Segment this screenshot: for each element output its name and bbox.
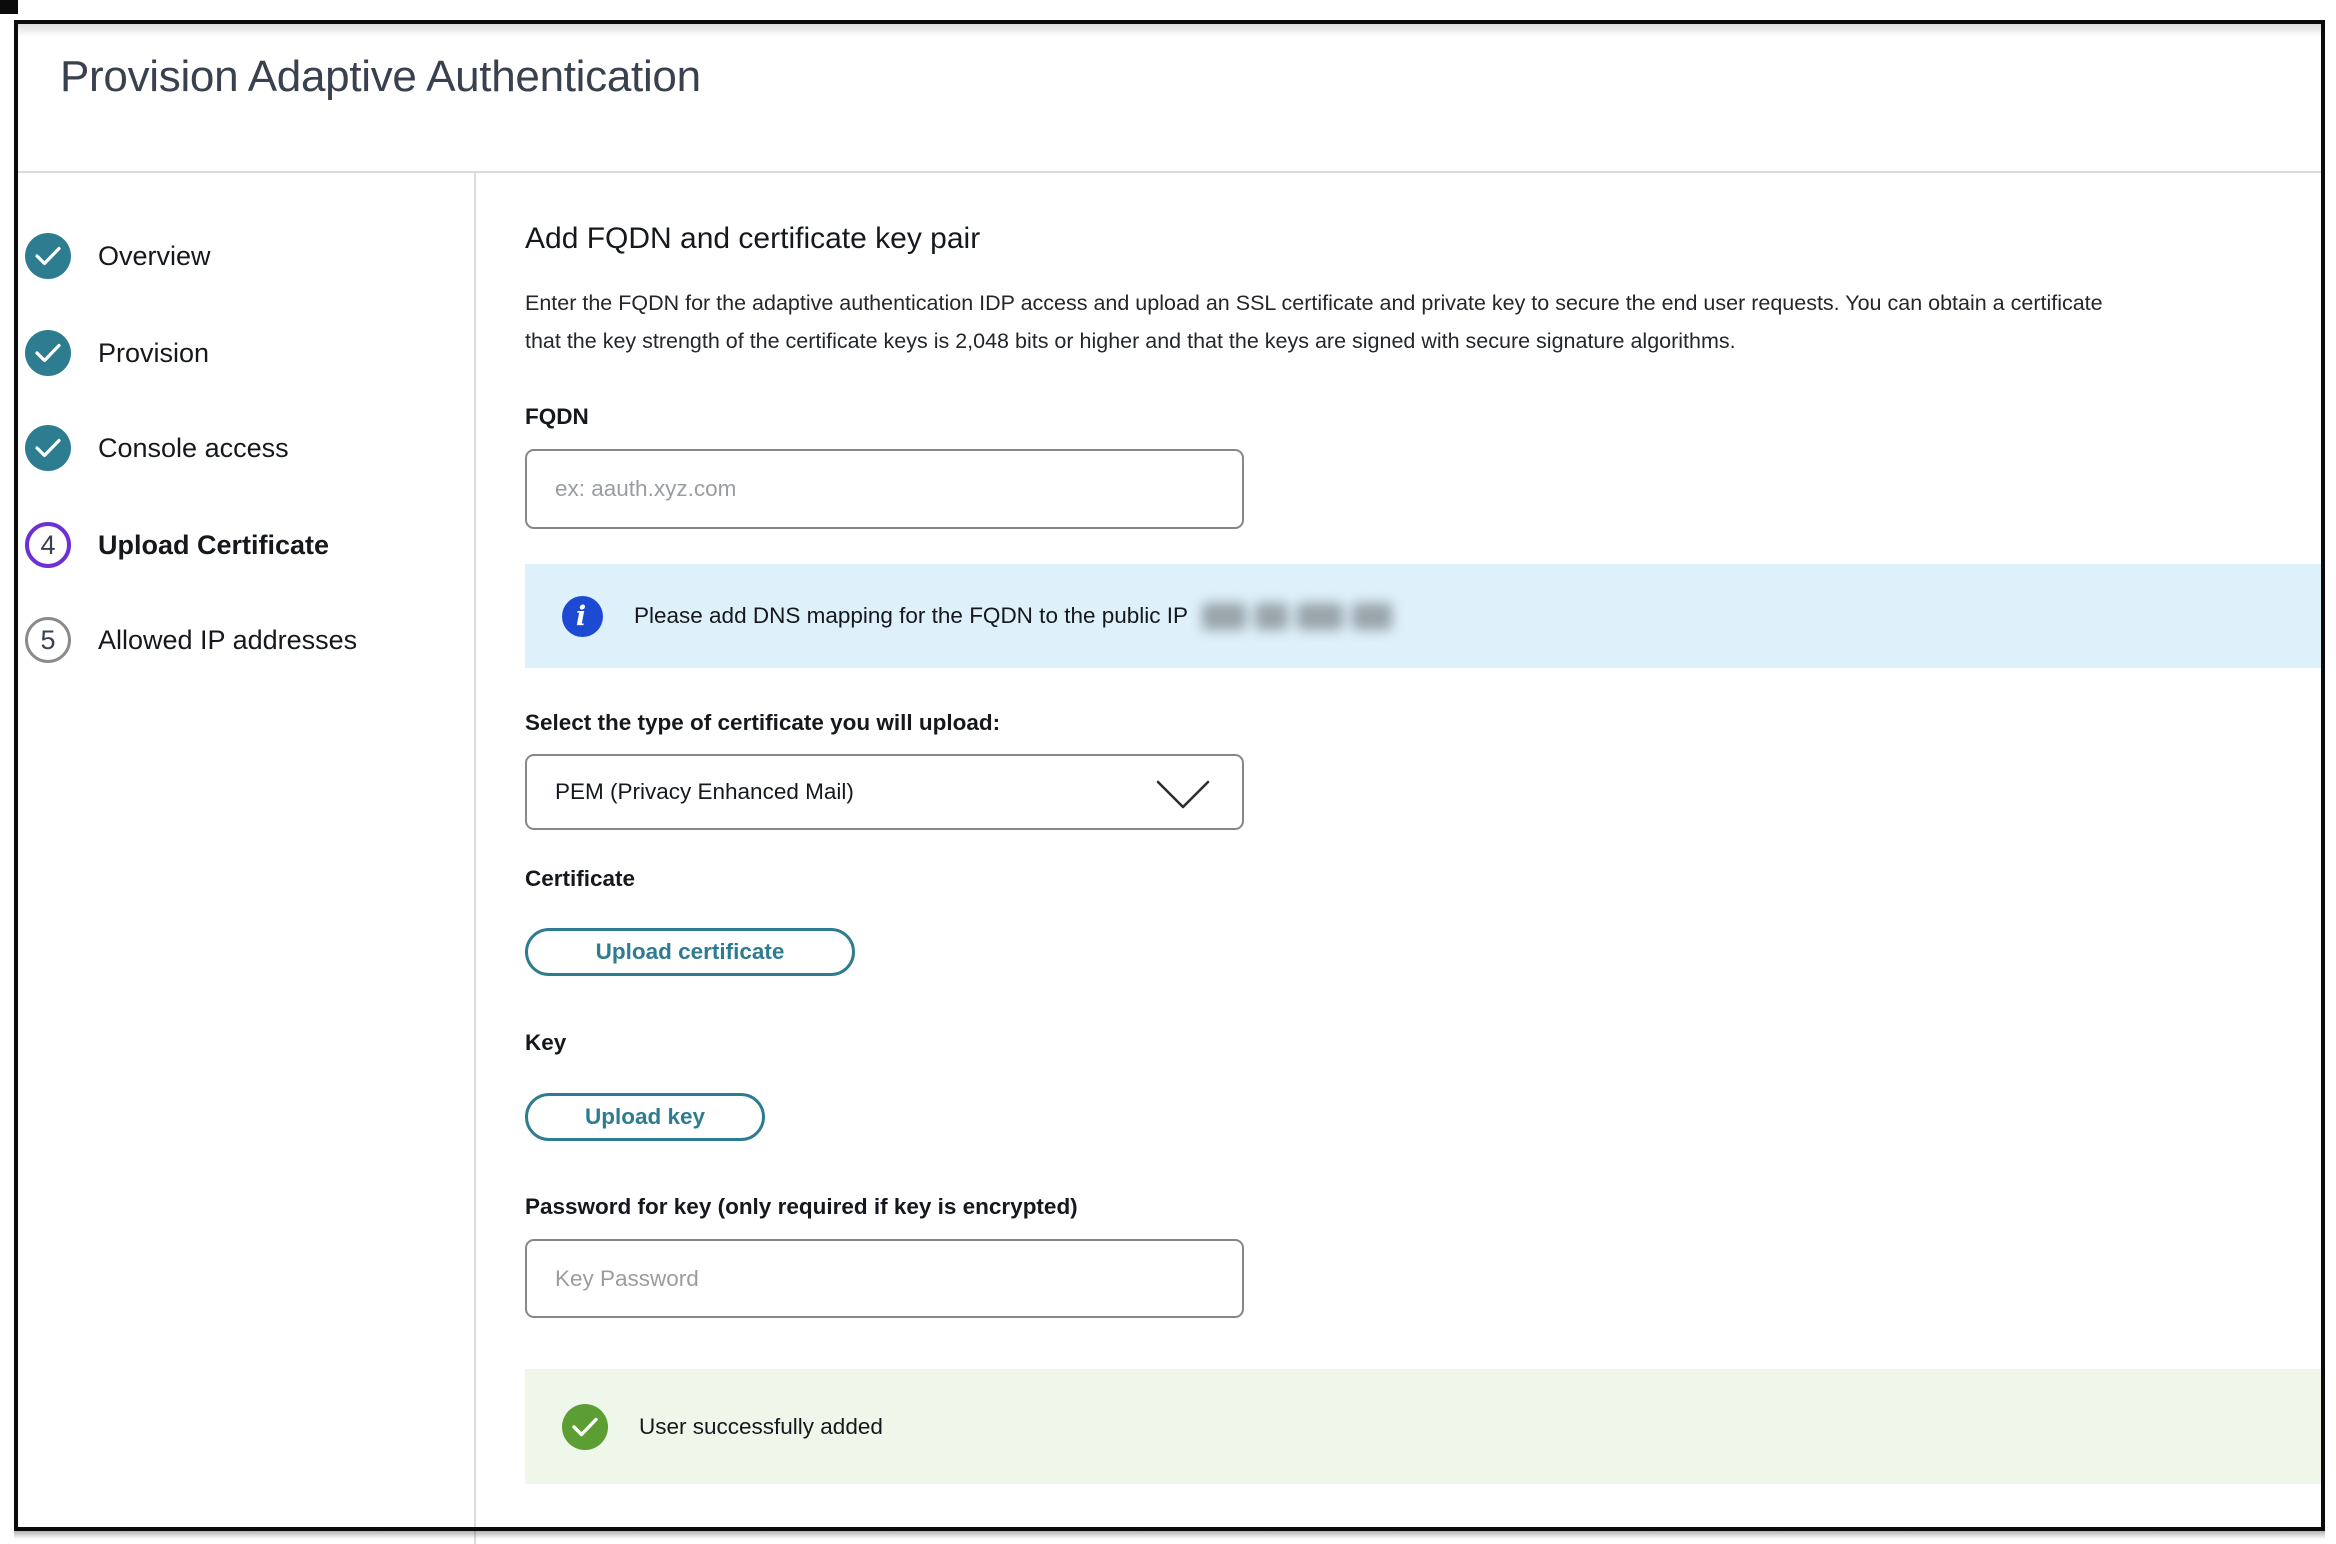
sidebar-step-label: Console access — [98, 433, 289, 464]
step-number: 4 — [40, 532, 55, 559]
step-complete-badge — [25, 425, 71, 471]
window-border-left — [14, 20, 18, 1531]
key-password-input[interactable] — [525, 1239, 1244, 1318]
window-shadow — [14, 1531, 2325, 1539]
sidebar-step-label: Overview — [98, 241, 211, 272]
header-divider — [18, 171, 2321, 173]
certificate-type-label: Select the type of certificate you will … — [525, 710, 1000, 736]
sidebar-step-upload-certificate[interactable]: 4 Upload Certificate — [25, 522, 455, 568]
step-number-badge: 4 — [25, 522, 71, 568]
sidebar-step-console-access[interactable]: Console access — [25, 425, 455, 471]
certificate-type-selected-value: PEM (Privacy Enhanced Mail) — [555, 779, 854, 805]
check-icon — [572, 1417, 598, 1437]
key-password-label: Password for key (only required if key i… — [525, 1194, 1078, 1220]
check-icon — [35, 438, 61, 458]
certificate-label: Certificate — [525, 866, 635, 892]
sidebar-step-label: Provision — [98, 338, 209, 369]
description-line-1: Enter the FQDN for the adaptive authenti… — [525, 284, 2336, 322]
fqdn-input[interactable] — [525, 449, 1244, 529]
check-icon — [35, 343, 61, 363]
key-label: Key — [525, 1030, 566, 1056]
header-scroll-shadow — [18, 24, 2321, 37]
check-icon — [35, 246, 61, 266]
window-border-top — [14, 20, 2325, 24]
redacted-public-ip — [1202, 603, 1392, 630]
sidebar-step-overview[interactable]: Overview — [25, 233, 455, 279]
dns-mapping-info-banner: i Please add DNS mapping for the FQDN to… — [525, 564, 2322, 668]
fqdn-label: FQDN — [525, 404, 589, 430]
page-title: Provision Adaptive Authentication — [60, 52, 701, 102]
window-border-right — [2321, 20, 2325, 1531]
sidebar-step-provision[interactable]: Provision — [25, 330, 455, 376]
step-complete-badge — [25, 233, 71, 279]
provision-adaptive-authentication-window: Provision Adaptive Authentication Overvi… — [0, 0, 2336, 1544]
success-banner-text: User successfully added — [639, 1414, 883, 1440]
step-complete-badge — [25, 330, 71, 376]
section-description: Enter the FQDN for the adaptive authenti… — [525, 284, 2336, 360]
upload-key-button[interactable]: Upload key — [525, 1093, 765, 1141]
window-corner-notch — [0, 0, 18, 14]
sidebar-divider — [474, 173, 476, 1544]
step-number-badge: 5 — [25, 617, 71, 663]
info-icon-glyph: i — [576, 603, 586, 630]
success-check-icon — [562, 1404, 608, 1450]
section-heading: Add FQDN and certificate key pair — [525, 222, 980, 256]
sidebar-step-label: Allowed IP addresses — [98, 625, 357, 656]
chevron-down-icon — [1156, 780, 1210, 810]
info-icon: i — [562, 596, 603, 637]
success-banner: User successfully added — [525, 1369, 2322, 1484]
step-number: 5 — [40, 627, 55, 654]
upload-certificate-button[interactable]: Upload certificate — [525, 928, 855, 976]
certificate-type-select[interactable]: PEM (Privacy Enhanced Mail) — [525, 754, 1244, 830]
info-banner-text: Please add DNS mapping for the FQDN to t… — [634, 603, 1188, 629]
sidebar-step-label: Upload Certificate — [98, 530, 329, 561]
description-line-2: that the key strength of the certificate… — [525, 322, 2336, 360]
sidebar-step-allowed-ip-addresses[interactable]: 5 Allowed IP addresses — [25, 617, 455, 663]
